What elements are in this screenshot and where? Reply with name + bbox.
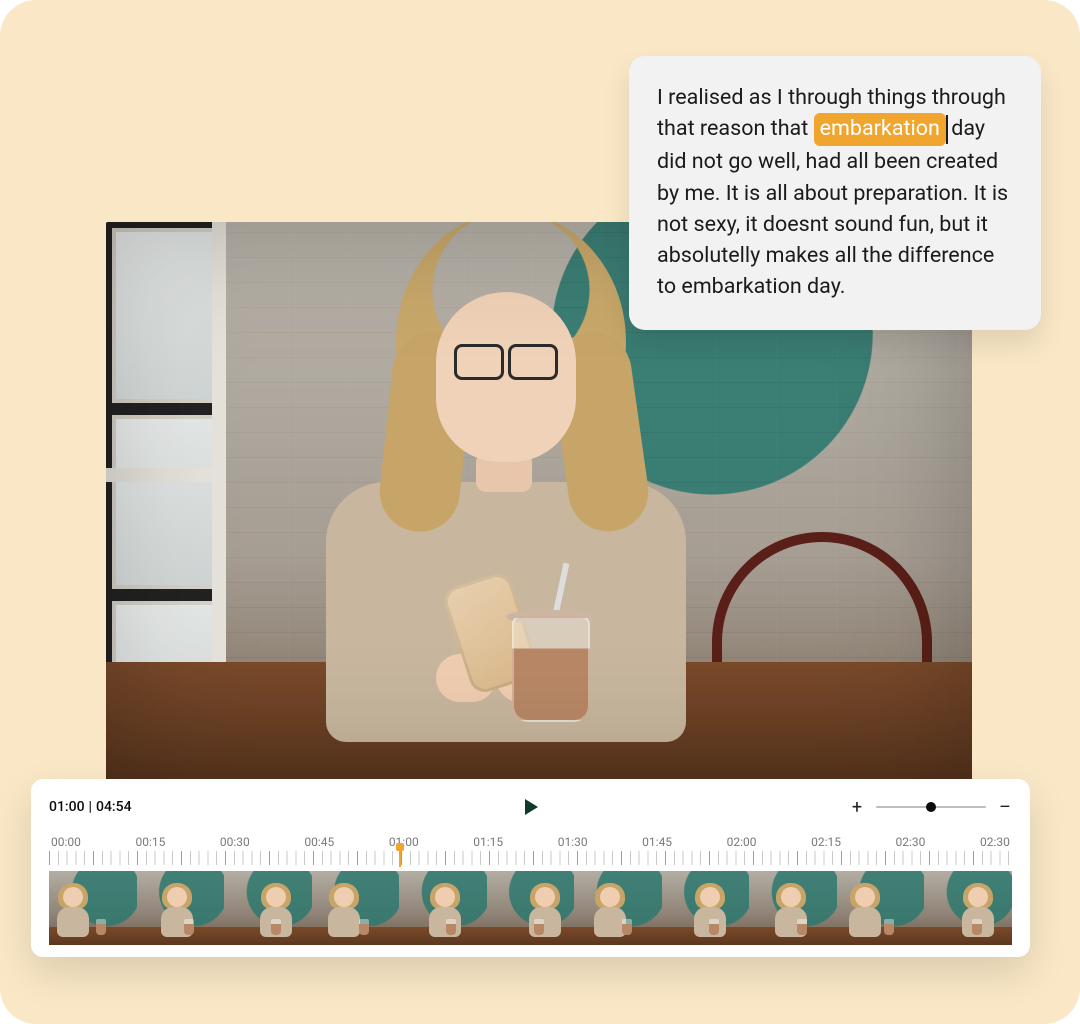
ruler-ticks[interactable] [49,851,1012,865]
zoom-slider-knob[interactable] [926,802,936,812]
ruler-label: 02:15 [811,835,841,849]
timeline-thumbnail[interactable] [924,871,1012,945]
zoom-slider[interactable] [876,806,986,808]
playhead[interactable] [399,849,401,867]
ruler-label: 00:15 [135,835,165,849]
timeline-thumbnail[interactable] [137,871,225,945]
timeline-thumbnail[interactable] [662,871,750,945]
zoom-in-button[interactable]: + [850,797,864,818]
ruler-label: 00:30 [220,835,250,849]
time-separator: | [89,799,92,815]
timeline-thumbnails[interactable] [49,871,1012,945]
ruler-label: 01:00 [389,835,419,849]
player-bar: 01:00|04:54 + – 00:0000:1500:3000:4501:0… [31,779,1030,957]
ruler-label: 02:30 [980,835,1010,849]
transcript-highlighted-word[interactable]: embarkation [814,113,946,146]
timeline-thumbnail[interactable] [49,871,137,945]
total-time: 04:54 [96,799,132,815]
ruler-labels: 00:00 00:15 00:30 00:45 01:00 01:15 01:30 01:45… [49,835,1012,849]
zoom-control: + – [850,797,1012,818]
ruler-label: 01:30 [558,835,588,849]
current-time: 01:00 [49,799,85,815]
ruler-label: 00:00 [51,835,81,849]
timeline-thumbnail[interactable] [312,871,400,945]
zoom-out-button[interactable]: – [998,797,1012,818]
ruler-label: 02:30 [896,835,926,849]
timeline-thumbnail[interactable] [487,871,575,945]
timeline-thumbnail[interactable] [399,871,487,945]
timeline-thumbnail[interactable] [749,871,837,945]
play-button[interactable] [521,797,541,817]
play-icon [522,798,540,816]
ruler-label: 01:15 [473,835,503,849]
ruler-label: 01:45 [642,835,672,849]
ruler-label: 00:45 [304,835,334,849]
editor-canvas: I realised as I through things through t… [0,0,1080,1024]
timeline-ruler[interactable]: 00:00 00:15 00:30 00:45 01:00 01:15 01:30 01:45… [49,835,1012,865]
timeline-thumbnail[interactable] [224,871,312,945]
timeline-thumbnail[interactable] [837,871,925,945]
timeline-thumbnail[interactable] [574,871,662,945]
ruler-label: 02:00 [727,835,757,849]
transcript-card[interactable]: I realised as I through things through t… [629,56,1041,330]
time-display: 01:00|04:54 [49,799,132,815]
